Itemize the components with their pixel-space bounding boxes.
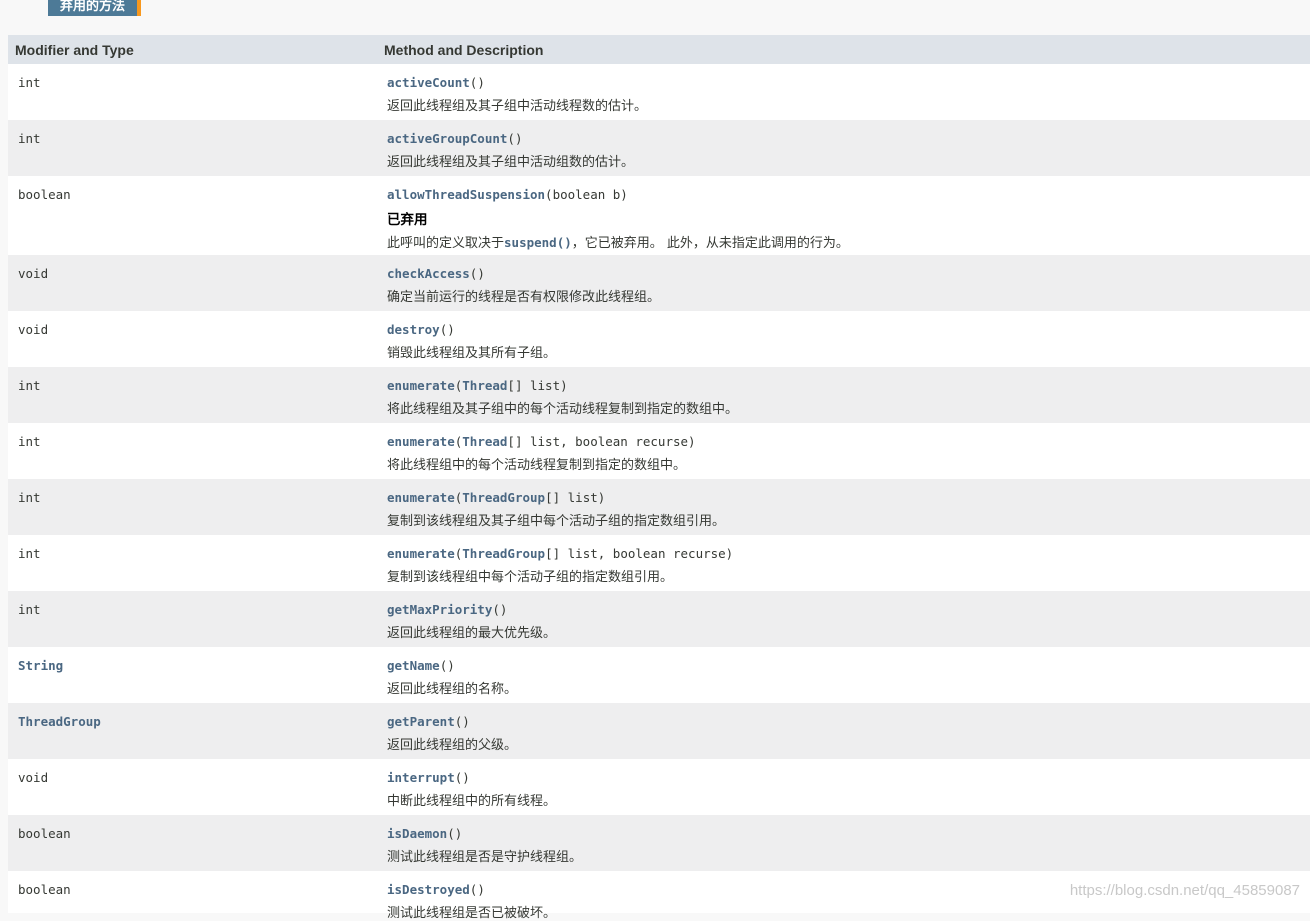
- method-signature: enumerate(ThreadGroup[] list): [387, 490, 606, 505]
- method-link[interactable]: getMaxPriority: [387, 602, 492, 617]
- tab-strip: 弃用的方法: [0, 0, 1310, 35]
- method-description: 复制到该线程组中每个活动子组的指定数组引用。: [387, 570, 674, 585]
- method-signature: interrupt(): [387, 770, 470, 785]
- table-row: void interrupt() 中断此线程组中的所有线程。: [8, 759, 1310, 815]
- method-description: 此呼叫的定义取决于suspend()，它已被弃用。 此外，从未指定此调用的行为。: [387, 235, 849, 251]
- method-description: 销毁此线程组及其所有子组。: [387, 346, 557, 361]
- method-signature: allowThreadSuspension(boolean b): [387, 187, 628, 202]
- suspend-link[interactable]: suspend(): [504, 235, 572, 250]
- method-signature: getMaxPriority(): [387, 602, 508, 617]
- method-link[interactable]: enumerate: [387, 546, 455, 561]
- method-signature: destroy(): [387, 322, 455, 337]
- row-type: int: [18, 75, 41, 90]
- method-description: 确定当前运行的线程是否有权限修改此线程组。: [387, 290, 661, 305]
- method-signature: getName(): [387, 658, 455, 673]
- table-row: int enumerate(Thread[] list) 将此线程组及其子组中的…: [8, 367, 1310, 423]
- method-link[interactable]: enumerate: [387, 434, 455, 449]
- table-row: int getMaxPriority() 返回此线程组的最大优先级。: [8, 591, 1310, 647]
- row-type: int: [18, 546, 41, 561]
- method-signature: activeCount(): [387, 75, 485, 90]
- method-description: 测试此线程组是否已被破坏。: [387, 906, 557, 921]
- header-method-description: Method and Description: [384, 41, 544, 58]
- row-type: int: [18, 378, 41, 393]
- method-signature: activeGroupCount(): [387, 131, 523, 146]
- table-row: int activeCount() 返回此线程组及其子组中活动线程数的估计。: [8, 64, 1310, 120]
- method-description: 返回此线程组的名称。: [387, 682, 518, 697]
- row-type: int: [18, 602, 41, 617]
- method-link[interactable]: destroy: [387, 322, 440, 337]
- row-type: boolean: [18, 826, 71, 841]
- method-signature: getParent(): [387, 714, 470, 729]
- method-signature: enumerate(ThreadGroup[] list, boolean re…: [387, 546, 734, 561]
- method-link[interactable]: activeCount: [387, 75, 470, 90]
- method-description: 将此线程组及其子组中的每个活动线程复制到指定的数组中。: [387, 402, 739, 417]
- table-row: String getName() 返回此线程组的名称。: [8, 647, 1310, 703]
- method-signature: enumerate(Thread[] list, boolean recurse…: [387, 434, 696, 449]
- table-row: int enumerate(ThreadGroup[] list) 复制到该线程…: [8, 479, 1310, 535]
- method-signature: isDestroyed(): [387, 882, 485, 897]
- method-link[interactable]: enumerate: [387, 378, 455, 393]
- tab-deprecated-methods[interactable]: 弃用的方法: [48, 0, 142, 16]
- param-type-link[interactable]: Thread: [462, 434, 507, 449]
- type-link[interactable]: ThreadGroup: [18, 714, 101, 729]
- table-row: void checkAccess() 确定当前运行的线程是否有权限修改此线程组。: [8, 255, 1310, 311]
- method-description: 返回此线程组的父级。: [387, 738, 518, 753]
- method-signature: checkAccess(): [387, 266, 485, 281]
- method-signature: enumerate(Thread[] list): [387, 378, 568, 393]
- type-link[interactable]: String: [18, 658, 63, 673]
- param-type-link[interactable]: Thread: [462, 378, 507, 393]
- table-row: int activeGroupCount() 返回此线程组及其子组中活动组数的估…: [8, 120, 1310, 176]
- row-type: int: [18, 131, 41, 146]
- table-row: int enumerate(Thread[] list, boolean rec…: [8, 423, 1310, 479]
- method-link[interactable]: getName: [387, 658, 440, 673]
- table-row: ThreadGroup getParent() 返回此线程组的父级。: [8, 703, 1310, 759]
- method-description: 测试此线程组是否是守护线程组。: [387, 850, 583, 865]
- table-row: boolean isDaemon() 测试此线程组是否是守护线程组。: [8, 815, 1310, 871]
- table-header: Modifier and Type Method and Description: [8, 35, 1310, 64]
- method-description: 返回此线程组及其子组中活动组数的估计。: [387, 155, 635, 170]
- method-description: 中断此线程组中的所有线程。: [387, 794, 557, 809]
- method-link[interactable]: enumerate: [387, 490, 455, 505]
- row-type: boolean: [18, 882, 71, 897]
- method-description: 复制到该线程组及其子组中每个活动子组的指定数组引用。: [387, 514, 726, 529]
- method-description: 将此线程组中的每个活动线程复制到指定的数组中。: [387, 458, 687, 473]
- method-link[interactable]: isDaemon: [387, 826, 447, 841]
- watermark: https://blog.csdn.net/qq_45859087: [1069, 882, 1300, 899]
- header-modifier-type: Modifier and Type: [15, 41, 134, 58]
- param-type-link[interactable]: ThreadGroup: [462, 546, 545, 561]
- method-description: 返回此线程组的最大优先级。: [387, 626, 557, 641]
- method-link[interactable]: interrupt: [387, 770, 455, 785]
- table-row: void destroy() 销毁此线程组及其所有子组。: [8, 311, 1310, 367]
- deprecated-label: 已弃用: [387, 212, 428, 228]
- method-link[interactable]: isDestroyed: [387, 882, 470, 897]
- table-row: boolean allowThreadSuspension(boolean b)…: [8, 176, 1310, 255]
- row-type: boolean: [18, 187, 71, 202]
- method-signature: isDaemon(): [387, 826, 463, 841]
- row-type: int: [18, 490, 41, 505]
- method-link[interactable]: checkAccess: [387, 266, 470, 281]
- method-link[interactable]: getParent: [387, 714, 455, 729]
- row-type: int: [18, 434, 41, 449]
- method-summary-table: Modifier and Type Method and Description…: [8, 35, 1310, 921]
- table-row: int enumerate(ThreadGroup[] list, boolea…: [8, 535, 1310, 591]
- method-link[interactable]: allowThreadSuspension: [387, 187, 545, 202]
- param-type-link[interactable]: ThreadGroup: [462, 490, 545, 505]
- row-type: void: [18, 266, 49, 281]
- method-description: 返回此线程组及其子组中活动线程数的估计。: [387, 99, 648, 114]
- row-type: void: [18, 322, 49, 337]
- method-link[interactable]: activeGroupCount: [387, 131, 507, 146]
- row-type: void: [18, 770, 49, 785]
